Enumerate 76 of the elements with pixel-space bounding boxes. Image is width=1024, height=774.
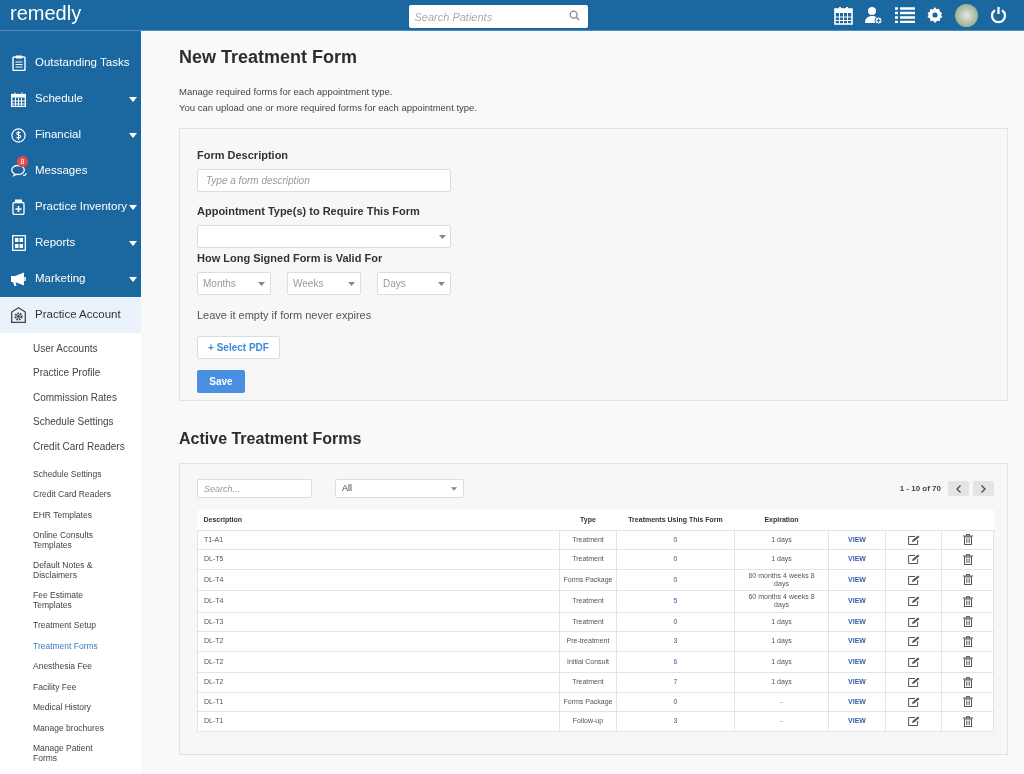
edit-icon[interactable]: [907, 636, 920, 647]
caret-icon: [439, 234, 446, 239]
intro-text: Manage required forms for each appointment type.: [179, 85, 394, 98]
trash-icon[interactable]: [962, 574, 973, 586]
sidebar-link[interactable]: EHR Templates: [33, 504, 141, 526]
description-field[interactable]: Type a form description: [197, 169, 451, 192]
caret-icon: [438, 281, 445, 286]
sidebar-link[interactable]: Default Notes & Disclaimers: [33, 555, 141, 586]
medicine-bottle-icon: [12, 199, 25, 215]
sidebar-link[interactable]: Practice Profile: [33, 361, 141, 386]
list-icon[interactable]: [895, 7, 915, 23]
sidebar-link[interactable]: Treatment Setup: [33, 615, 141, 636]
section-title: Active Treatment Forms: [179, 429, 363, 449]
calendar-icon: [11, 91, 26, 107]
sidebar-link[interactable]: Fee Estimate Templates: [33, 585, 141, 616]
power-icon[interactable]: [990, 6, 1007, 24]
calendar-icon[interactable]: [834, 5, 853, 25]
sidebar-link[interactable]: Schedule Settings: [33, 463, 141, 485]
sidebar-link[interactable]: Facility Fee: [33, 676, 141, 698]
sidebar-link[interactable]: Treatment Forms: [33, 635, 141, 657]
trash-icon[interactable]: [962, 635, 973, 647]
avatar[interactable]: [955, 3, 978, 27]
field-label: How Long Signed Form is Valid For: [197, 251, 384, 265]
caret-icon: [348, 281, 355, 286]
edit-icon[interactable]: [907, 677, 920, 688]
field-label: Form Description: [197, 148, 290, 162]
sidebar-link[interactable]: Online Consults Templates: [33, 525, 141, 556]
sidebar-item[interactable]: Practice Account: [0, 297, 141, 333]
trash-icon[interactable]: [962, 616, 973, 628]
edit-icon[interactable]: [907, 534, 920, 545]
select-pdf-button[interactable]: + Select PDF: [197, 335, 280, 359]
add-user-icon[interactable]: [865, 5, 883, 25]
trash-icon[interactable]: [962, 534, 973, 546]
chevron-right-icon: [981, 484, 986, 493]
search-field[interactable]: Search...: [197, 479, 312, 498]
speech-bubble-icon: [10, 164, 27, 178]
trash-icon[interactable]: [962, 656, 973, 668]
sidebar-link[interactable]: Manage Patient Forms: [33, 738, 141, 769]
pagination-text: 1 - 10 of 70: [899, 482, 941, 495]
edit-icon[interactable]: [907, 616, 920, 627]
chevron-left-icon: [956, 484, 961, 493]
sidebar-link[interactable]: Anesthesia Fee: [33, 656, 141, 677]
search-icon: [568, 9, 580, 21]
caret-icon: [258, 281, 265, 286]
gear-icon: [11, 307, 26, 323]
sidebar-link[interactable]: Credit Card Readers: [33, 484, 141, 505]
sidebar-link[interactable]: Schedule Settings: [33, 410, 141, 435]
field-label: Appointment Type(s) to Require This Form: [197, 204, 421, 218]
intro-text: You can upload one or more required forms for each appointment type.: [179, 101, 479, 114]
caret-icon: [451, 486, 457, 491]
dollar-icon: [11, 127, 26, 143]
sidebar-link[interactable]: Credit Card Readers: [33, 434, 141, 459]
logo: remedly: [10, 2, 82, 24]
sidebar-link[interactable]: User Accounts: [33, 337, 141, 362]
megaphone-icon: [10, 272, 27, 286]
clipboard-icon: [11, 55, 26, 71]
report-icon: [11, 235, 26, 251]
trash-icon[interactable]: [962, 676, 973, 688]
page-title: New Treatment Form: [179, 46, 359, 68]
trash-icon[interactable]: [962, 715, 973, 727]
sidebar-link[interactable]: Manage brochures: [33, 717, 141, 739]
trash-icon[interactable]: [962, 595, 973, 607]
search-field[interactable]: Search Patients: [408, 5, 588, 28]
edit-icon[interactable]: [907, 596, 920, 607]
sidebar-link[interactable]: Medical History: [33, 697, 141, 718]
edit-icon[interactable]: [907, 574, 920, 585]
trash-icon[interactable]: [962, 553, 973, 565]
settings-icon[interactable]: [927, 7, 943, 23]
hint-text: Leave it empty if form never expires: [197, 308, 373, 323]
sidebar-link[interactable]: Commission Rates: [33, 385, 141, 411]
edit-icon[interactable]: [907, 716, 920, 727]
edit-icon[interactable]: [907, 696, 920, 707]
edit-icon[interactable]: [907, 656, 920, 667]
edit-icon[interactable]: [907, 554, 920, 565]
type-filter-select[interactable]: All: [335, 479, 464, 498]
trash-icon[interactable]: [962, 696, 973, 708]
